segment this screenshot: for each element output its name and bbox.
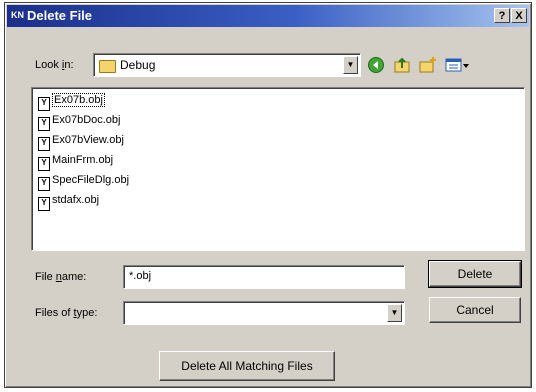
file-icon: Y — [38, 137, 50, 151]
folder-icon — [99, 60, 116, 73]
file-icon: Y — [38, 197, 50, 211]
look-in-value: Debug — [120, 58, 156, 72]
delete-file-dialog: KN Delete File ? X Look in: Debug ▼ Y Ex0… — [4, 2, 532, 388]
cancel-button[interactable]: Cancel — [429, 297, 521, 323]
look-in-dropdown-arrow[interactable]: ▼ — [343, 56, 358, 74]
back-icon[interactable] — [367, 56, 385, 74]
new-folder-icon[interactable] — [419, 56, 437, 74]
app-icon: KN — [11, 10, 24, 20]
list-item[interactable]: Y Ex07bView.obj — [38, 132, 124, 151]
list-item[interactable]: Y Ex07bDoc.obj — [38, 112, 121, 131]
files-of-type-label: Files of type: — [35, 307, 98, 319]
file-icon: Y — [38, 97, 50, 111]
files-of-type-dropdown-arrow[interactable]: ▼ — [387, 304, 402, 322]
view-menu-icon[interactable] — [445, 56, 471, 74]
file-name-input[interactable]: *.obj — [123, 265, 405, 289]
delete-button[interactable]: Delete — [428, 260, 522, 288]
file-name-label: File name: — [35, 271, 87, 283]
list-item[interactable]: Y MainFrm.obj — [38, 152, 113, 171]
up-folder-icon[interactable] — [393, 56, 411, 74]
file-icon: Y — [38, 177, 50, 191]
window-title: Delete File — [27, 8, 93, 23]
title-bar[interactable]: KN Delete File ? X — [7, 5, 529, 27]
files-of-type-combo[interactable]: ▼ — [123, 301, 405, 325]
file-list[interactable]: Y Ex07b.obj Y Ex07bDoc.obj Y Ex07bView.obj … — [31, 87, 525, 251]
list-item[interactable]: Ystdafx.obj — [38, 192, 99, 211]
look-in-combo[interactable]: Debug ▼ — [93, 53, 361, 77]
delete-all-matching-button[interactable]: Delete All Matching Files — [159, 351, 335, 381]
list-item[interactable]: Y SpecFileDlg.obj — [38, 172, 129, 191]
file-icon: Y — [38, 117, 50, 131]
file-name-value: *.obj — [129, 270, 152, 282]
file-icon: Y — [38, 157, 50, 171]
look-in-label: Look in: — [35, 59, 74, 71]
help-button[interactable]: ? — [494, 8, 510, 23]
close-button[interactable]: X — [511, 8, 527, 23]
list-item[interactable]: Y Ex07b.obj — [38, 92, 105, 111]
